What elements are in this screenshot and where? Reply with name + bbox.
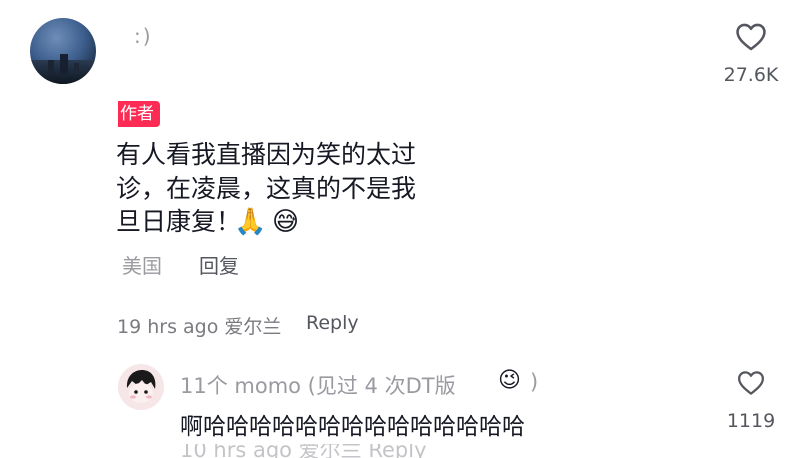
sub-like-count: 1119 xyxy=(726,410,776,432)
heart-icon[interactable] xyxy=(736,368,766,398)
sub-comment-text: 啊哈哈哈哈哈哈哈哈哈哈哈哈哈哈 xyxy=(180,414,525,440)
wink-emoji: 😉 xyxy=(498,368,521,393)
next-comment-preview: 10 hrs ago 爱尔兰 Reply xyxy=(180,444,540,458)
sub-username-suffix: ) xyxy=(530,370,539,394)
cartoon-face-icon xyxy=(126,370,156,403)
reply-timestamp: 19 hrs ago 爱尔兰 xyxy=(117,316,282,338)
sub-commenter-username[interactable]: 11个 momo (见过 4 次DT版 xyxy=(180,370,456,400)
sub-commenter-avatar[interactable] xyxy=(118,364,164,410)
like-count: 27.6K xyxy=(723,64,779,86)
comment-text-line-2: 诊，在凌晨，这真的不是我 xyxy=(116,174,417,203)
reply-button[interactable]: 回复 xyxy=(199,250,239,279)
commenter-username[interactable]: :) xyxy=(134,24,153,48)
pray-emoji: 🙏 xyxy=(234,207,267,237)
comment-text-line-1: 有人看我直播因为笑的太过 xyxy=(116,140,417,169)
comment-location: 美国 xyxy=(122,254,162,278)
next-comment-text: 10 hrs ago 爱尔兰 Reply xyxy=(180,444,427,458)
comment-text-line-3: 旦日康复！ xyxy=(116,207,242,236)
author-badge: 作者 xyxy=(118,101,160,127)
commenter-avatar[interactable] xyxy=(30,18,96,84)
heart-icon[interactable] xyxy=(734,20,768,54)
sweat-smile-emoji: 😅 xyxy=(272,207,300,237)
reply-link[interactable]: Reply xyxy=(306,312,359,334)
